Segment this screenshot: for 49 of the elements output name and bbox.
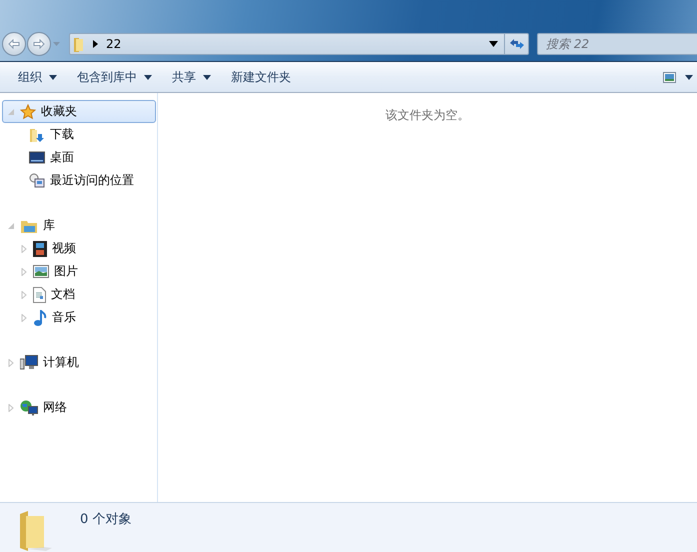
monitor-icon xyxy=(29,150,45,164)
forward-button[interactable] xyxy=(27,32,51,56)
refresh-icon xyxy=(508,37,524,51)
toolbar-button[interactable]: 组织 xyxy=(8,64,67,90)
empty-folder-message: 该文件夹为空。 xyxy=(386,107,470,124)
dropdown-icon[interactable] xyxy=(489,41,498,47)
expander-icon[interactable] xyxy=(7,404,15,412)
back-arrow-icon xyxy=(8,39,20,49)
nav-item[interactable]: 桌面 xyxy=(2,146,156,169)
caret-icon xyxy=(685,74,693,80)
folder-arrow-icon xyxy=(29,126,45,142)
image-icon xyxy=(33,265,49,278)
document-icon xyxy=(33,286,46,302)
recent-places-icon xyxy=(29,172,45,188)
nav-item[interactable]: 下载 xyxy=(2,123,156,146)
folder-icon xyxy=(74,36,85,52)
nav-item[interactable]: 文档 xyxy=(2,283,156,306)
nav-item[interactable]: 计算机 xyxy=(2,351,156,374)
nav-item[interactable]: 网络 xyxy=(2,396,156,419)
nav-item[interactable]: 图片 xyxy=(2,260,156,283)
expander-icon[interactable] xyxy=(20,314,28,322)
chevron-icon[interactable] xyxy=(93,40,98,48)
expander-icon[interactable] xyxy=(7,358,15,366)
image-icon xyxy=(663,72,676,82)
address-bar[interactable]: 22 xyxy=(69,33,529,55)
music-note-icon xyxy=(33,310,47,326)
item-count: 0 个对象 xyxy=(80,511,132,528)
film-icon xyxy=(33,240,47,256)
back-button[interactable] xyxy=(2,32,26,56)
nav-item[interactable]: 最近访问的位置 xyxy=(2,169,156,192)
nav-item[interactable]: 视频 xyxy=(2,237,156,260)
folder-icon xyxy=(18,510,54,552)
computer-icon xyxy=(20,354,38,370)
toolbar-button[interactable]: 共享 xyxy=(162,64,221,90)
forward-arrow-icon xyxy=(33,39,45,49)
star-icon xyxy=(20,104,36,120)
nav-item[interactable]: 收藏夹 xyxy=(2,100,156,123)
path-segment[interactable]: 22 xyxy=(106,37,122,51)
expander-icon[interactable] xyxy=(20,244,28,252)
toolbar-button[interactable]: 包含到库中 xyxy=(67,64,162,90)
expander-icon[interactable] xyxy=(20,290,28,298)
toolbar-button[interactable]: 新建文件夹 xyxy=(221,64,301,90)
search-field[interactable]: 搜索 22 xyxy=(537,33,697,55)
expander-icon[interactable] xyxy=(7,222,15,230)
nav-item[interactable]: 库 xyxy=(2,214,156,237)
expander-icon[interactable] xyxy=(20,268,28,276)
expander-icon[interactable] xyxy=(7,108,15,116)
network-icon xyxy=(20,400,38,416)
nav-item[interactable]: 音乐 xyxy=(2,306,156,329)
